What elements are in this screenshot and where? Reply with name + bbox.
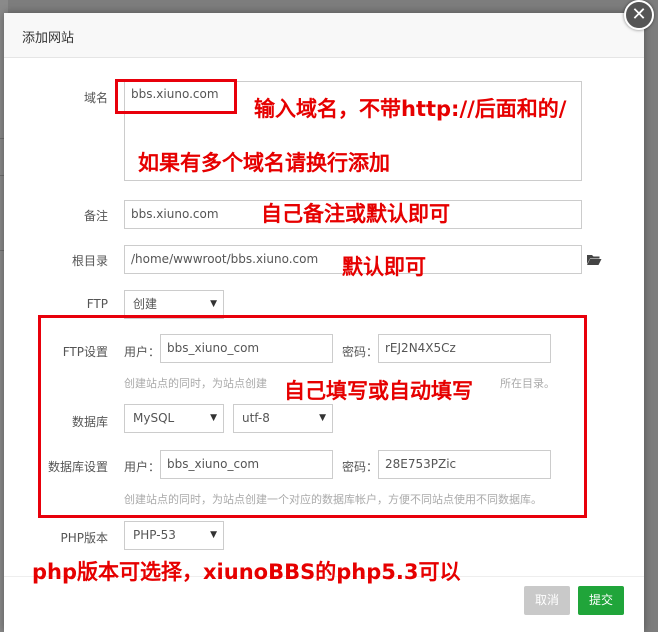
ftp-db-highlight-box [38,315,587,518]
domain-annotation: 输入域名，不带http://后面和的/ [254,97,567,121]
remark-label: 备注 [83,209,108,223]
remark-value: bbs.xiuno.com [131,207,219,221]
root-label: 根目录 [71,254,108,268]
caret-down-icon: ▼ [210,299,217,309]
php-version-select[interactable]: PHP-53 ▼ [124,521,224,550]
close-icon[interactable]: ✕ [624,0,654,30]
remark-annotation: 自己备注或默认即可 [261,202,450,226]
add-site-dialog: 添加网站 域名 bbs.xiuno.com 备注 bbs.xiuno.com 根… [4,13,644,632]
domain-highlight-box [115,79,237,114]
caret-down-icon: ▼ [210,530,217,540]
dialog-header: 添加网站 [4,13,644,58]
dialog-title: 添加网站 [22,31,75,46]
cancel-button[interactable]: 取消 [524,586,570,615]
folder-open-icon[interactable] [586,253,602,266]
ftp-annotation: 自己填写或自动填写 [284,379,473,403]
php-version-selected: PHP-53 [133,528,176,542]
domain-label: 域名 [83,91,108,105]
ftp-selected: 创建 [133,297,158,311]
root-annotation: 默认即可 [342,255,426,279]
root-value: /home/wwwroot/bbs.xiuno.com [131,252,319,266]
submit-button[interactable]: 提交 [578,586,624,615]
php-label: PHP版本 [60,531,109,545]
php-annotation: php版本可选择，xiunoBBS的php5.3可以 [32,560,461,584]
multi-domain-annotation: 如果有多个域名请换行添加 [138,151,390,175]
ftp-label: FTP [86,297,108,311]
